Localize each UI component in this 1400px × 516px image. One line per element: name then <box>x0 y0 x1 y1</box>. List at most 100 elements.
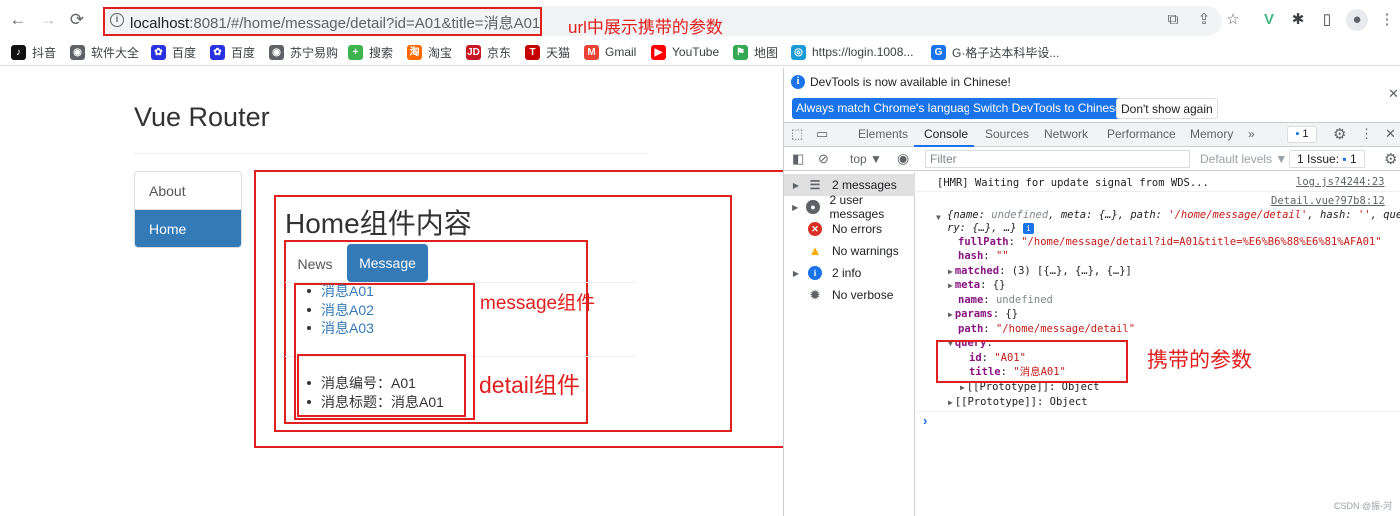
prop-matched[interactable]: ▶ matched: (3) [{…}, {…}, {…}] <box>916 264 1400 278</box>
sidebar-verbose[interactable]: ✹ No verbose <box>784 284 915 306</box>
inspect-element-icon[interactable]: ⬚ <box>791 126 803 142</box>
user-icon: ● <box>806 200 820 214</box>
issues-badge[interactable]: ▪ 1 <box>1287 126 1317 143</box>
console-prompt[interactable]: › <box>923 413 927 428</box>
prop-params[interactable]: ▶ params: {} <box>916 307 1400 321</box>
side-nav-home[interactable]: Home <box>135 210 241 247</box>
bookmark-item[interactable]: ⚑ 地图 <box>733 43 778 61</box>
baidu-icon: ✿ <box>151 44 166 60</box>
tab-performance[interactable]: Performance <box>1107 127 1176 141</box>
tab-sources[interactable]: Sources <box>985 127 1029 141</box>
bookmark-item[interactable]: ▶ YouTube <box>651 43 719 61</box>
always-match-language-button[interactable]: Always match Chrome's language <box>792 98 982 119</box>
profile-icon[interactable]: ● <box>1346 9 1368 31</box>
maps-icon: ⚑ <box>733 44 748 60</box>
bookmark-item[interactable]: ♪ 抖音 <box>11 43 56 61</box>
translate-icon[interactable]: ⧉ <box>1164 11 1182 29</box>
device-toolbar-icon[interactable]: ▭ <box>816 126 828 142</box>
sidebar-label: No errors <box>832 222 883 236</box>
sidepanel-icon[interactable]: ▯ <box>1318 11 1336 29</box>
bookmark-item[interactable]: M Gmail <box>584 43 636 61</box>
gezida-icon: G <box>931 44 946 60</box>
prop-path: path: "/home/message/detail" <box>958 323 1136 335</box>
taobao-icon: 淘 <box>407 44 422 60</box>
message-link[interactable]: 消息A03 <box>307 319 374 338</box>
console-settings-icon[interactable]: ⚙ <box>1384 150 1397 168</box>
baidu-icon: ✿ <box>210 44 225 60</box>
title-divider <box>134 153 648 154</box>
filter-input[interactable]: Filter <box>925 150 1190 168</box>
bookmark-item[interactable]: ✿ 百度 <box>210 43 255 61</box>
tab-news[interactable]: News <box>287 246 343 282</box>
source-link[interactable]: log.js?4244:23 <box>1296 176 1385 188</box>
back-button[interactable]: ← <box>8 10 28 30</box>
detail-id: 消息编号：A01 <box>307 374 444 393</box>
context-selector[interactable]: top ▼ <box>850 152 882 166</box>
detail-list: 消息编号：A01 消息标题：消息A01 <box>307 374 444 411</box>
bookmark-item[interactable]: G G·格子达本科毕设... <box>931 43 1059 61</box>
object-summary[interactable]: ▼ {name: undefined, meta: {…}, path: '/ho… <box>916 208 1400 222</box>
devtools-banner-text: DevTools is now available in Chinese! <box>810 75 1011 89</box>
info-badge-icon[interactable]: i <box>1022 223 1034 234</box>
more-tabs-button[interactable]: » <box>1248 127 1255 141</box>
tab-console[interactable]: Console <box>924 127 968 141</box>
bookmark-label: 搜索 <box>369 45 394 60</box>
object-prototype[interactable]: ▶ [[Prototype]]: Object <box>916 395 1400 409</box>
star-icon[interactable]: ☆ <box>1224 11 1242 29</box>
bug-icon: ✹ <box>809 288 821 302</box>
prop-hash: hash: "" <box>958 250 1009 262</box>
issues-label: 1 Issue: <box>1297 152 1340 166</box>
log-levels-dropdown[interactable]: Default levels ▼ <box>1200 152 1287 166</box>
sidebar-user-messages[interactable]: ▶ ● 2 user messages <box>784 193 915 221</box>
bookmark-item[interactable]: ◉ 苏宁易购 <box>269 43 338 61</box>
bookmark-label: G·格子达本科毕设... <box>952 45 1060 60</box>
clear-console-icon[interactable]: ⊘ <box>818 151 829 167</box>
prop-name: name: undefined <box>958 294 1053 306</box>
bookmark-item[interactable]: 淘淘宝 <box>407 43 452 61</box>
bookmark-label: 苏宁易购 <box>290 45 339 60</box>
menu-icon[interactable]: ⋮ <box>1378 11 1396 29</box>
sidebar-toggle-icon[interactable]: ◧ <box>792 151 804 167</box>
url-annotation: url中展示携带的参数 <box>568 18 723 37</box>
message-link[interactable]: 消息A01 <box>307 282 374 301</box>
live-expression-eye-icon[interactable]: ◉ <box>897 150 909 167</box>
expand-arrow-icon: ▶ <box>792 268 800 278</box>
bookmark-item[interactable]: + 搜索 <box>348 43 393 61</box>
bookmark-item[interactable]: ✿ 百度 <box>151 43 196 61</box>
bookmark-label: 软件大全 <box>91 45 140 60</box>
vue-devtools-icon[interactable]: V <box>1260 11 1278 29</box>
side-nav-about[interactable]: About <box>135 172 241 210</box>
sidebar-warnings[interactable]: ▲ No warnings <box>784 240 915 262</box>
message-list: 消息A01 消息A02 消息A03 <box>307 282 374 338</box>
bookmark-label: 天猫 <box>546 45 571 60</box>
tab-elements[interactable]: Elements <box>858 127 908 141</box>
issue-icon: ▪ <box>1295 128 1300 140</box>
prop-meta[interactable]: ▶ meta: {} <box>916 278 1400 292</box>
issues-button[interactable]: 1 Issue: ▪ 1 <box>1289 150 1365 168</box>
settings-icon[interactable]: ⚙ <box>1333 125 1346 143</box>
tmall-icon: T <box>525 44 540 60</box>
bookmark-item[interactable]: ◎ https://login.1008... <box>791 43 913 61</box>
extensions-icon[interactable]: ✱ <box>1289 11 1307 29</box>
page-title: Vue Router <box>134 102 270 132</box>
message-annotation: message组件 <box>480 293 596 314</box>
tab-message[interactable]: Message <box>347 244 428 282</box>
sidebar-errors[interactable]: ✕ No errors <box>784 218 915 240</box>
sidebar-info[interactable]: ▶ i 2 info <box>784 262 915 284</box>
dont-show-again-button[interactable]: Don't show again <box>1116 98 1218 119</box>
bookmark-item[interactable]: ◉ 软件大全 <box>70 43 139 61</box>
list-icon: ☰ <box>809 178 821 192</box>
share-icon[interactable]: ⇪ <box>1195 11 1213 29</box>
bookmark-item[interactable]: JD 京东 <box>466 43 511 61</box>
forward-button[interactable]: → <box>38 10 58 30</box>
tab-network[interactable]: Network <box>1044 127 1088 141</box>
source-link[interactable]: Detail.vue?97b8:12 <box>1271 195 1385 207</box>
bookmark-item[interactable]: T 天猫 <box>525 43 570 61</box>
devtools-menu-icon[interactable]: ⋮ <box>1360 126 1373 142</box>
close-banner-icon[interactable]: ✕ <box>1388 86 1399 102</box>
switch-to-chinese-button[interactable]: Switch DevTools to Chinese <box>969 98 1126 119</box>
message-link[interactable]: 消息A02 <box>307 301 374 320</box>
tab-memory[interactable]: Memory <box>1190 127 1233 141</box>
reload-button[interactable]: ⟳ <box>67 10 87 30</box>
close-devtools-icon[interactable]: ✕ <box>1385 126 1396 142</box>
